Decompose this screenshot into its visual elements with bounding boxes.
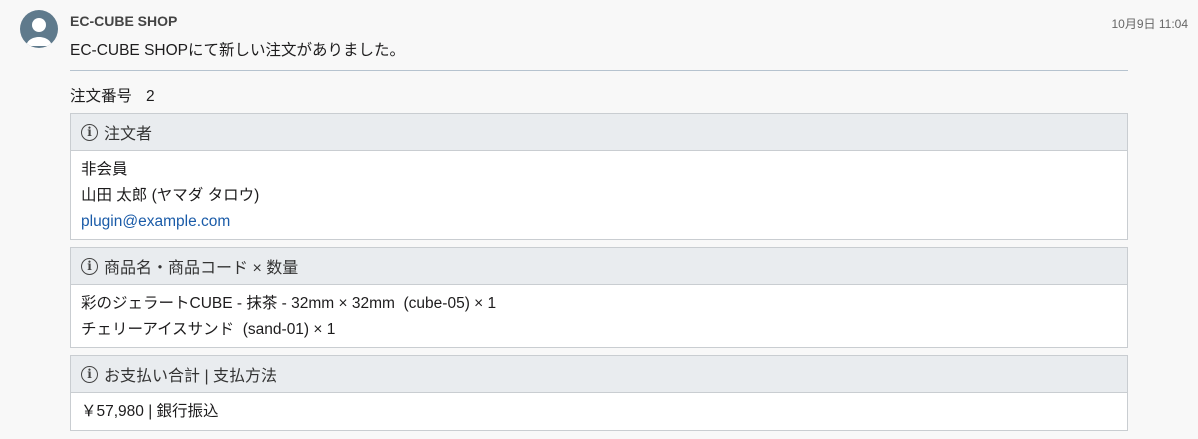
member-status: 非会員 <box>81 161 128 178</box>
customer-panel: i 注文者 非会員 山田 太郎 (ヤマダ タロウ) plugin@example… <box>70 113 1128 240</box>
payment-panel-body: ￥57,980 | 銀行振込 <box>71 393 1127 431</box>
info-icon: i <box>81 257 98 275</box>
list-item: 彩のジェラートCUBE - 抹茶 - 32mm × 32mm (cube-05)… <box>81 295 497 312</box>
user-avatar-icon <box>26 18 52 46</box>
payment-value: ￥57,980 | 銀行振込 <box>81 403 219 420</box>
avatar[interactable] <box>20 10 58 48</box>
divider <box>70 70 1128 71</box>
info-icon: i <box>81 365 98 383</box>
payment-panel-header: i お支払い合計 | 支払方法 <box>71 356 1127 393</box>
info-icon: i <box>81 123 98 141</box>
customer-name: 山田 太郎 (ヤマダ タロウ) <box>81 187 260 204</box>
list-item: チェリーアイスサンド (sand-01) × 1 <box>81 321 336 338</box>
order-number: 注文番号 2 <box>70 84 155 106</box>
products-panel-body: 彩のジェラートCUBE - 抹茶 - 32mm × 32mm (cube-05)… <box>71 285 1127 349</box>
customer-email-link[interactable]: plugin@example.com <box>81 213 230 230</box>
products-panel: i 商品名・商品コード × 数量 彩のジェラートCUBE - 抹茶 - 32mm… <box>70 247 1128 348</box>
sender-name[interactable]: EC-CUBE SHOP <box>70 13 177 29</box>
products-panel-header: i 商品名・商品コード × 数量 <box>71 248 1127 285</box>
customer-panel-body: 非会員 山田 太郎 (ヤマダ タロウ) plugin@example.com <box>71 151 1127 241</box>
payment-panel-title: お支払い合計 | 支払方法 <box>104 368 278 385</box>
customer-panel-title: 注文者 <box>104 126 153 143</box>
order-number-value: 2 <box>146 88 155 105</box>
payment-panel: i お支払い合計 | 支払方法 ￥57,980 | 銀行振込 <box>70 355 1128 431</box>
products-panel-title: 商品名・商品コード × 数量 <box>104 260 299 277</box>
message-timestamp[interactable]: 10月9日 11:04 <box>1112 15 1189 32</box>
message-text: EC-CUBE SHOPにて新しい注文がありました。 <box>70 42 405 59</box>
customer-panel-header: i 注文者 <box>71 114 1127 151</box>
order-number-label: 注文番号 <box>70 88 133 105</box>
